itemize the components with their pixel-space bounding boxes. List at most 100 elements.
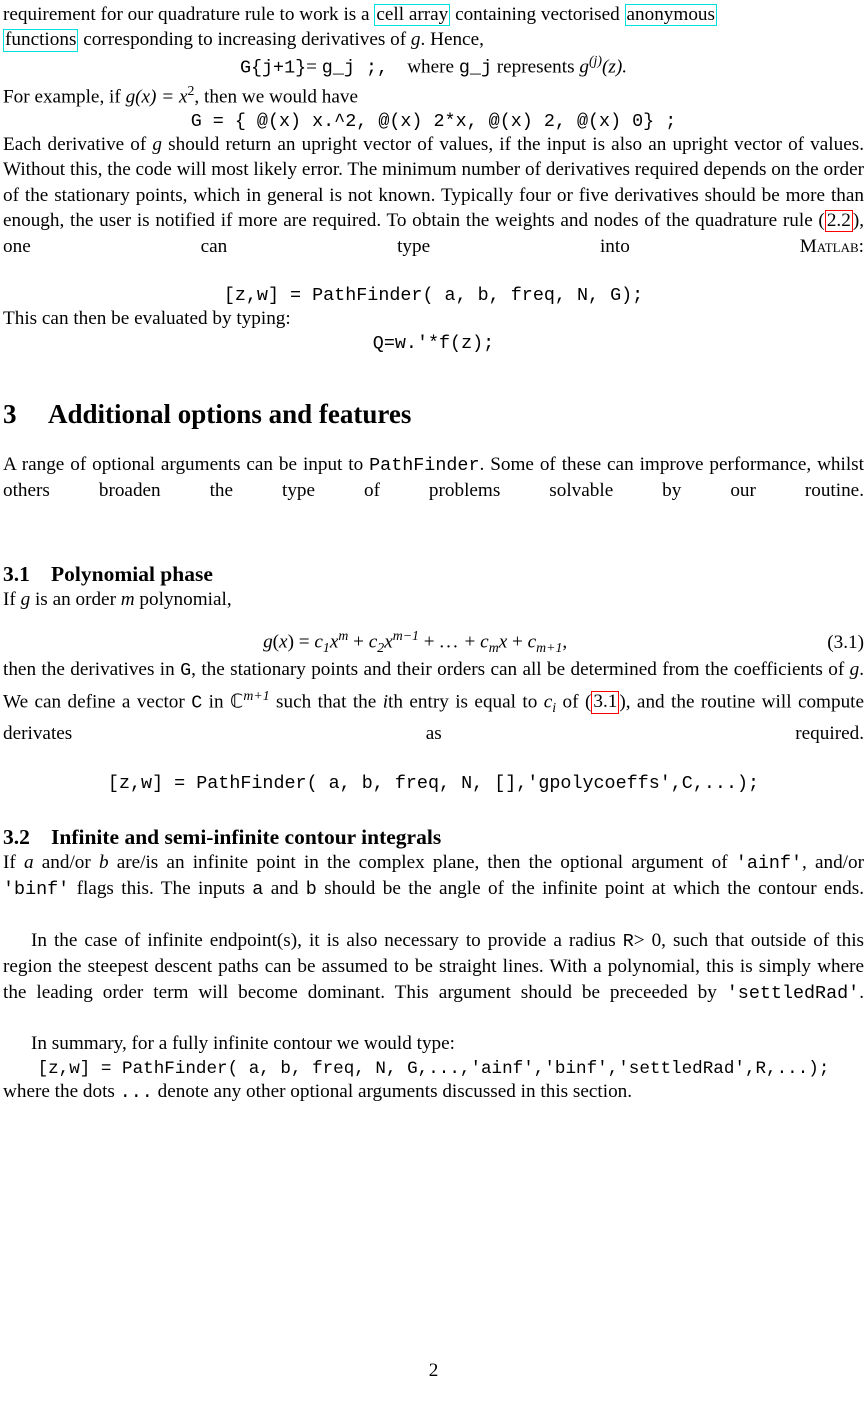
equation-equals: = — [306, 56, 322, 78]
paragraph-settled-text-c: . — [859, 981, 864, 1003]
paragraph-example-text-b: , then we would have — [194, 86, 359, 108]
paragraph-coefficients-text-a: then the derivatives in — [3, 658, 181, 680]
code-settledrad: 'settledRad' — [726, 982, 860, 1004]
paragraph-intro: requirement for our quadrature rule to w… — [3, 2, 864, 53]
paragraph-coefficients-text-e: such that the — [269, 691, 383, 713]
paragraph-optional-args-text-a: A range of optional arguments can be inp… — [3, 453, 370, 475]
paragraph-intro-text-c: corresponding to increasing derivatives … — [78, 29, 411, 51]
paragraph-dots-text-b: denote any other optional arguments disc… — [152, 1080, 633, 1102]
paragraph-example-text-a: For example, if — [3, 86, 126, 108]
code-R-radius: R — [622, 930, 634, 952]
code-quadrature-eval: Q=w.'*f(z); — [372, 332, 495, 354]
subsection-number-3-2: 3.2 — [3, 824, 30, 849]
math-g-3: g — [152, 134, 163, 155]
paragraph-coefficients-text-h: of ( — [556, 691, 592, 713]
math-g-1: g — [410, 29, 421, 51]
code-pathfinder-infinite: [z,w] = PathFinder( a, b, freq, N, G,...… — [37, 1058, 830, 1079]
equation-G-definition: G{j+1}= g_j ;, where g_j represents g(j)… — [3, 53, 864, 78]
paragraph-polynomial-text-b: is an order — [30, 589, 121, 611]
math-a-1: a — [23, 851, 34, 873]
math-g-5: g — [849, 658, 860, 680]
paragraph-coefficients: then the derivatives in G, the stationar… — [3, 657, 864, 772]
paragraph-coefficients-text-b: , the stationary points and their orders… — [191, 658, 850, 680]
paragraph-infinite-contours: If a and/or b are/is an infinite point i… — [3, 850, 864, 928]
code-pathfinder-name: PathFinder — [369, 454, 480, 476]
math-c-i: c — [543, 691, 553, 713]
paragraph-dots-note: where the dots ... denote any other opti… — [3, 1079, 864, 1105]
section-title-3: Additional options and features — [48, 398, 412, 429]
paragraph-derivatives-text-a: Each derivative of — [3, 134, 153, 155]
math-b-1: b — [98, 851, 109, 873]
paragraph-polynomial-intro: If g is an order m polynomial, — [3, 587, 864, 612]
paragraph-evaluate-text: This can then be evaluated by typing: — [3, 308, 291, 330]
document-page: requirement for our quadrature rule to w… — [0, 0, 867, 1407]
section-number-3: 3 — [3, 398, 17, 429]
paragraph-dots-text-a: where the dots — [3, 1080, 120, 1102]
link-cell-array[interactable]: cell array — [374, 4, 451, 27]
code-binf: 'binf' — [3, 878, 70, 900]
paragraph-intro-text-a: requirement for our quadrature rule to w… — [3, 4, 375, 25]
paragraph-infinite-text-g: should be the angle of the infinite poin… — [316, 877, 864, 899]
equation-quadrature-eval: Q=w.'*f(z); — [3, 332, 864, 354]
paragraph-evaluate: This can then be evaluated by typing: — [3, 306, 864, 331]
code-pathfinder-basic: [z,w] = PathFinder( a, b, freq, N, G); — [223, 285, 644, 307]
paragraph-summary-text: In summary, for a fully infinite contour… — [31, 1033, 455, 1055]
code-G-var: G — [180, 659, 192, 681]
paragraph-infinite-text-b: and/or — [33, 851, 99, 873]
paragraph-derivatives-text-d: : — [858, 235, 864, 257]
section-heading-3: 3 Additional options and features — [3, 399, 864, 430]
math-g-2: g — [579, 56, 589, 78]
paragraph-coefficients-text-f: th entry is equal to — [388, 691, 544, 713]
paragraph-summary: In summary, for a fully infinite contour… — [3, 1031, 864, 1056]
link-ref-2-2[interactable]: 2.2 — [824, 210, 853, 233]
text-matlab: Matlab — [799, 235, 859, 257]
paragraph-example: For example, if g(x) = x2, then we would… — [3, 78, 864, 110]
equation-where: where — [407, 56, 459, 78]
paragraph-infinite-text-e: flags this. The inputs — [69, 877, 253, 899]
link-anonymous[interactable]: anonymous — [624, 4, 717, 27]
paragraph-intro-text-b: containing vectorised — [450, 4, 625, 25]
paragraph-infinite-text-d: , and/or — [802, 851, 864, 873]
math-m: m — [120, 589, 135, 611]
equation-G-example: G = { @(x) x.^2, @(x) 2*x, @(x) 2, @(x) … — [3, 110, 864, 132]
paragraph-settled-text-a: In the case of infinite endpoint(s), it … — [31, 929, 623, 951]
code-g-j-2: g_j — [458, 57, 492, 79]
equation-3-1-tag: (3.1) — [827, 631, 864, 653]
equation-pathfinder-call-3: [z,w] = PathFinder( a, b, freq, N, G,...… — [3, 1057, 864, 1079]
equation-pathfinder-call-1: [z,w] = PathFinder( a, b, freq, N, G); — [3, 284, 864, 306]
code-a-input: a — [252, 878, 264, 900]
subsection-heading-3-1: 3.1 Polynomial phase — [3, 562, 864, 587]
subsection-title-3-2: Infinite and semi-infinite contour integ… — [51, 824, 442, 849]
code-G-cell-array: G = { @(x) x.^2, @(x) 2*x, @(x) 2, @(x) … — [190, 111, 677, 132]
code-dots: ... — [119, 1081, 153, 1103]
paragraph-polynomial-text-a: If — [3, 589, 21, 611]
paragraph-settled-radius: In the case of infinite endpoint(s), it … — [3, 928, 864, 1032]
paragraph-polynomial-text-c: polynomial, — [134, 589, 232, 611]
equation-semicolon: ;, — [354, 57, 389, 79]
equation-represents: represents — [491, 56, 580, 78]
link-ref-3-1[interactable]: 3.1 — [591, 691, 620, 714]
subsection-heading-3-2: 3.2 Infinite and semi-infinite contour in… — [3, 825, 864, 850]
code-pathfinder-gpolycoeffs: [z,w] = PathFinder( a, b, freq, N, [],'g… — [107, 772, 760, 794]
math-complex-field: ℂ — [230, 691, 244, 713]
paragraph-coefficients-text-d: in — [202, 691, 231, 713]
math-g-4: g — [20, 589, 31, 611]
math-complex-field-sup: m+1 — [243, 688, 270, 704]
paragraph-infinite-text-c: are/is an infinite point in the complex … — [108, 851, 736, 873]
paragraph-optional-args: A range of optional arguments can be inp… — [3, 452, 864, 529]
code-G-index: G{j+1} — [239, 57, 307, 79]
page-number: 2 — [428, 1360, 439, 1381]
code-b-input: b — [305, 878, 317, 900]
paragraph-infinite-text-a: If — [3, 851, 24, 873]
page-content: requirement for our quadrature rule to w… — [3, 0, 864, 1105]
math-gx-squared: g(x) = x — [125, 86, 188, 108]
equation-3-1-row: g(x) = c1xm + c2xm−1 + ... + cmx + cm+1,… — [3, 628, 864, 656]
code-C-var: C — [191, 692, 203, 714]
subsection-title-3-1: Polynomial phase — [51, 562, 213, 587]
subsection-number-3-1: 3.1 — [3, 562, 30, 587]
paragraph-infinite-text-f: and — [263, 877, 306, 899]
math-z-arg: (z). — [602, 56, 628, 78]
link-functions[interactable]: functions — [3, 29, 79, 52]
paragraph-intro-text-d: . Hence, — [420, 29, 484, 51]
equation-3-1-body: g(x) = c1xm + c2xm−1 + ... + cmx + cm+1, — [263, 628, 568, 656]
